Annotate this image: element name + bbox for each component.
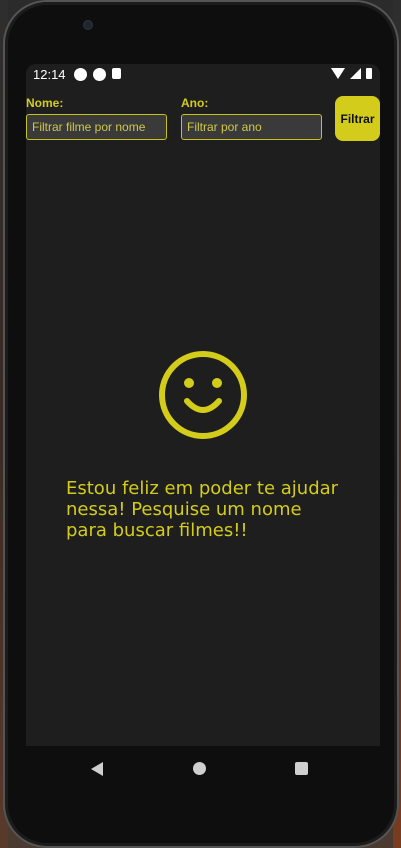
home-icon[interactable]: [193, 762, 206, 775]
filter-button[interactable]: Filtrar: [335, 96, 380, 141]
app-screen: 12:14 Nome: Ano: Filtrar E: [26, 64, 380, 746]
battery-icon: [366, 68, 372, 79]
year-filter-input[interactable]: [181, 114, 322, 140]
expo-icon: [93, 68, 106, 81]
name-label: Nome:: [26, 96, 64, 110]
wifi-icon: [331, 68, 345, 79]
signal-icon: [350, 68, 361, 79]
status-time: 12:14: [33, 67, 66, 82]
android-navigation-bar: [23, 746, 377, 792]
phone-frame: 12:14 Nome: Ano: Filtrar E: [3, 0, 399, 848]
name-filter-input[interactable]: [26, 114, 167, 140]
year-label: Ano:: [181, 96, 209, 110]
empty-state-message: Estou feliz em poder te ajudar nessa! Pe…: [66, 478, 339, 541]
filter-bar: Nome: Ano: Filtrar: [26, 96, 380, 176]
notification-icons: [74, 68, 121, 81]
front-camera: [83, 20, 93, 30]
smiley-face-icon: [159, 351, 247, 439]
system-icons: [331, 68, 372, 79]
status-bar: 12:14: [26, 64, 380, 86]
sd-card-icon: [112, 68, 121, 79]
back-icon[interactable]: [91, 762, 103, 776]
recents-icon[interactable]: [295, 762, 308, 775]
react-icon: [74, 68, 87, 81]
